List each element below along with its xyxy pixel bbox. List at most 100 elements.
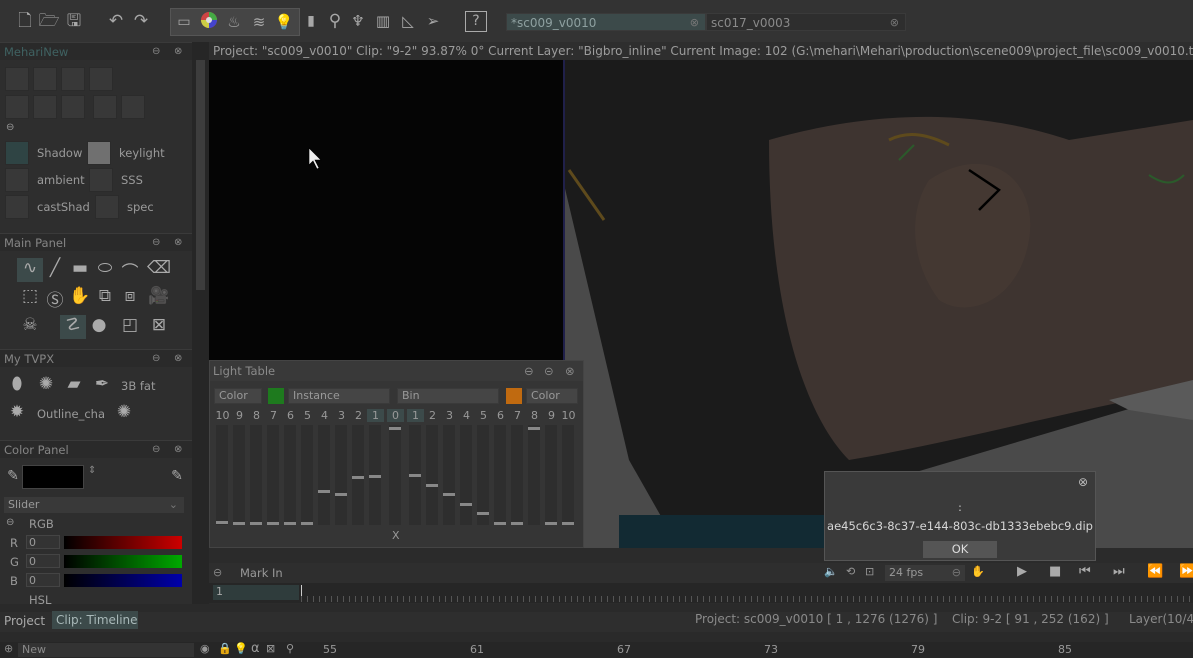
- brush-pot-icon[interactable]: ♆: [347, 10, 369, 32]
- light-icon[interactable]: 💡: [234, 642, 248, 655]
- fill-blob-icon[interactable]: ●: [86, 315, 112, 335]
- slider-thumb[interactable]: [318, 490, 330, 493]
- green-slider[interactable]: [64, 555, 182, 568]
- toolbox-icon[interactable]: ▭: [173, 11, 195, 33]
- bulb-icon[interactable]: 💡: [273, 11, 295, 33]
- left-panel-scrollbar[interactable]: [192, 42, 209, 604]
- opacity-slider[interactable]: [562, 425, 574, 525]
- pen-brush-icon[interactable]: ✒: [89, 374, 115, 394]
- speaker-icon[interactable]: 🔈: [824, 565, 838, 578]
- lock-icon[interactable]: 🔒: [209, 42, 210, 60]
- opacity-slider[interactable]: [477, 425, 489, 525]
- go-end-icon[interactable]: ⏭: [1113, 564, 1125, 579]
- frame-ruler[interactable]: 1: [209, 583, 1193, 603]
- open-folder-icon[interactable]: 🗁: [38, 10, 60, 32]
- play-icon[interactable]: ▶: [1017, 564, 1027, 579]
- close-icon[interactable]: ⊗: [174, 43, 182, 61]
- transform-icon[interactable]: ⧉: [92, 286, 118, 306]
- castshad-swatch[interactable]: [5, 195, 29, 219]
- blue-value-input[interactable]: 0: [26, 573, 60, 587]
- custom-slot[interactable]: [33, 67, 57, 91]
- freehand-tool-icon[interactable]: ∿: [17, 258, 43, 282]
- slider-thumb[interactable]: [545, 522, 557, 525]
- slider-thumb[interactable]: [335, 493, 347, 496]
- opacity-slider[interactable]: [216, 425, 228, 525]
- eraser-tool-icon[interactable]: ⌫: [146, 258, 172, 278]
- slider-thumb[interactable]: [460, 503, 472, 506]
- tab-sc017[interactable]: sc017_v0003 ⊗: [706, 13, 906, 31]
- slider-thumb[interactable]: [389, 427, 401, 430]
- go-start-icon[interactable]: ⏮: [1079, 564, 1091, 579]
- fit-icon[interactable]: ⊡: [865, 565, 874, 578]
- custom-slot[interactable]: [61, 95, 85, 119]
- opacity-slider[interactable]: [335, 425, 347, 525]
- collapse-icon[interactable]: ⊖: [6, 517, 14, 528]
- slider-thumb[interactable]: [426, 484, 438, 487]
- ruler-icon[interactable]: ◺: [397, 10, 419, 32]
- ellipse-tool-icon[interactable]: ⬭: [92, 258, 118, 278]
- slider-thumb[interactable]: [494, 522, 506, 525]
- collapse-icon[interactable]: ⊖: [152, 441, 160, 459]
- search-icon[interactable]: ⚲: [324, 10, 346, 32]
- right-color-swatch[interactable]: [506, 388, 522, 404]
- pattern-icon[interactable]: ⊠: [146, 315, 172, 335]
- marker-icon[interactable]: ⊖: [213, 566, 222, 579]
- rectangle-tool-icon[interactable]: ▬: [67, 258, 93, 278]
- custom-slot[interactable]: [5, 95, 29, 119]
- opacity-slider[interactable]: [443, 425, 455, 525]
- opacity-slider[interactable]: [409, 425, 421, 525]
- spec-swatch[interactable]: [95, 195, 119, 219]
- skull-icon[interactable]: ☠: [17, 315, 43, 335]
- layers-icon[interactable]: ≋: [248, 11, 270, 33]
- custom-slot[interactable]: [89, 67, 113, 91]
- opacity-slider[interactable]: [284, 425, 296, 525]
- slider-thumb[interactable]: [443, 493, 455, 496]
- hand-tool-icon[interactable]: ✋: [67, 286, 93, 306]
- color-swatch-primary[interactable]: [22, 465, 84, 489]
- opacity-slider[interactable]: [369, 425, 381, 525]
- tab-sc009[interactable]: *sc009_v0010 ⊗: [506, 13, 706, 31]
- collapse-icon[interactable]: ⊖: [524, 361, 534, 381]
- opacity-slider[interactable]: [494, 425, 506, 525]
- close-tab-icon[interactable]: ⊗: [690, 14, 699, 32]
- particle-brush-icon[interactable]: ✺: [111, 402, 137, 422]
- slider-thumb[interactable]: [477, 512, 489, 515]
- hand-icon[interactable]: ✋: [971, 565, 985, 578]
- search-icon[interactable]: ⚲: [286, 642, 294, 655]
- opacity-slider[interactable]: [301, 425, 313, 525]
- help-icon[interactable]: ?: [465, 11, 487, 32]
- alpha-icon[interactable]: α: [251, 641, 260, 656]
- camera-icon[interactable]: 🎥: [146, 286, 172, 306]
- green-value-input[interactable]: 0: [26, 554, 60, 568]
- slider-thumb[interactable]: [284, 522, 296, 525]
- blue-slider[interactable]: [64, 574, 182, 587]
- minimize-icon[interactable]: ⊝: [544, 361, 554, 381]
- red-value-input[interactable]: 0: [26, 535, 60, 549]
- bin-select[interactable]: Bin: [397, 388, 499, 404]
- slider-thumb[interactable]: [301, 522, 313, 525]
- tab-clip-timeline[interactable]: Clip: Timeline: [52, 611, 138, 629]
- select-rect-icon[interactable]: ⬚: [17, 286, 43, 306]
- stamp-icon[interactable]: ⊠: [266, 642, 275, 655]
- save-icon[interactable]: 🖫: [63, 10, 85, 32]
- opacity-slider[interactable]: [352, 425, 364, 525]
- next-frame-icon[interactable]: ⏩: [1179, 564, 1193, 579]
- blob-brush-icon[interactable]: ⬮: [4, 374, 30, 394]
- tab-project[interactable]: Project: [4, 614, 45, 628]
- opacity-slider[interactable]: [528, 425, 540, 525]
- ambient-swatch[interactable]: [5, 168, 29, 192]
- custom-slot[interactable]: [121, 95, 145, 119]
- collapse-icon[interactable]: ⊖: [152, 350, 160, 368]
- prev-frame-icon[interactable]: ⏪: [1147, 564, 1163, 579]
- instance-select[interactable]: Instance: [288, 388, 390, 404]
- outline-brush-icon[interactable]: ✹: [4, 402, 30, 422]
- undo-icon[interactable]: ↶: [105, 10, 127, 32]
- slider-thumb[interactable]: [352, 476, 364, 479]
- opacity-slider[interactable]: [233, 425, 245, 525]
- close-icon[interactable]: ⊗: [1078, 475, 1088, 489]
- particle-brush-icon[interactable]: ✺: [33, 374, 59, 394]
- slider-thumb[interactable]: [216, 521, 228, 524]
- sss-swatch[interactable]: [89, 168, 113, 192]
- redo-icon[interactable]: ↷: [130, 10, 152, 32]
- collapse-icon[interactable]: ⊖: [152, 234, 160, 252]
